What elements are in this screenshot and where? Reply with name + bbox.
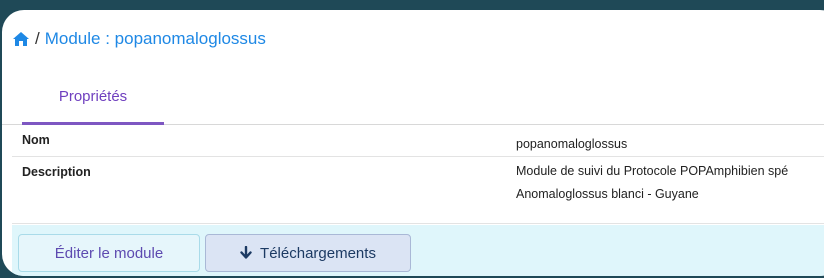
home-icon[interactable] (12, 31, 30, 47)
page-title[interactable]: Module : popanomaloglossus (45, 29, 266, 49)
downloads-label: Téléchargements (260, 244, 376, 262)
property-key-nom: Nom (22, 133, 50, 147)
actions-bar: Éditer le module Téléchargements (12, 225, 824, 276)
property-value-nom: popanomaloglossus (516, 133, 627, 156)
downloads-button[interactable]: Téléchargements (205, 234, 411, 272)
value-line: popanomaloglossus (516, 137, 628, 151)
table-row: Description Module de suivi du Protocole… (12, 157, 824, 224)
table-row: Nom popanomaloglossus (12, 125, 824, 157)
property-key-description: Description (22, 165, 91, 179)
edit-module-button[interactable]: Éditer le module (18, 234, 200, 272)
property-value-description: Module de suivi du Protocole POPAmphibie… (516, 160, 788, 206)
value-line: Anomaloglossus blanci - Guyane (516, 187, 699, 201)
value-line: Module de suivi du Protocole POPAmphibie… (516, 164, 789, 178)
arrow-down-icon (240, 245, 252, 260)
breadcrumb-separator: / (35, 29, 40, 48)
module-card: / Module : popanomaloglossus Propriétés … (2, 10, 824, 276)
breadcrumb: / Module : popanomaloglossus (12, 28, 266, 50)
tab-proprietes[interactable]: Propriétés (22, 70, 164, 125)
tab-bar: Propriétés (2, 70, 824, 125)
edit-module-label: Éditer le module (54, 244, 164, 262)
properties-table: Nom popanomaloglossus Description Module… (12, 125, 824, 224)
